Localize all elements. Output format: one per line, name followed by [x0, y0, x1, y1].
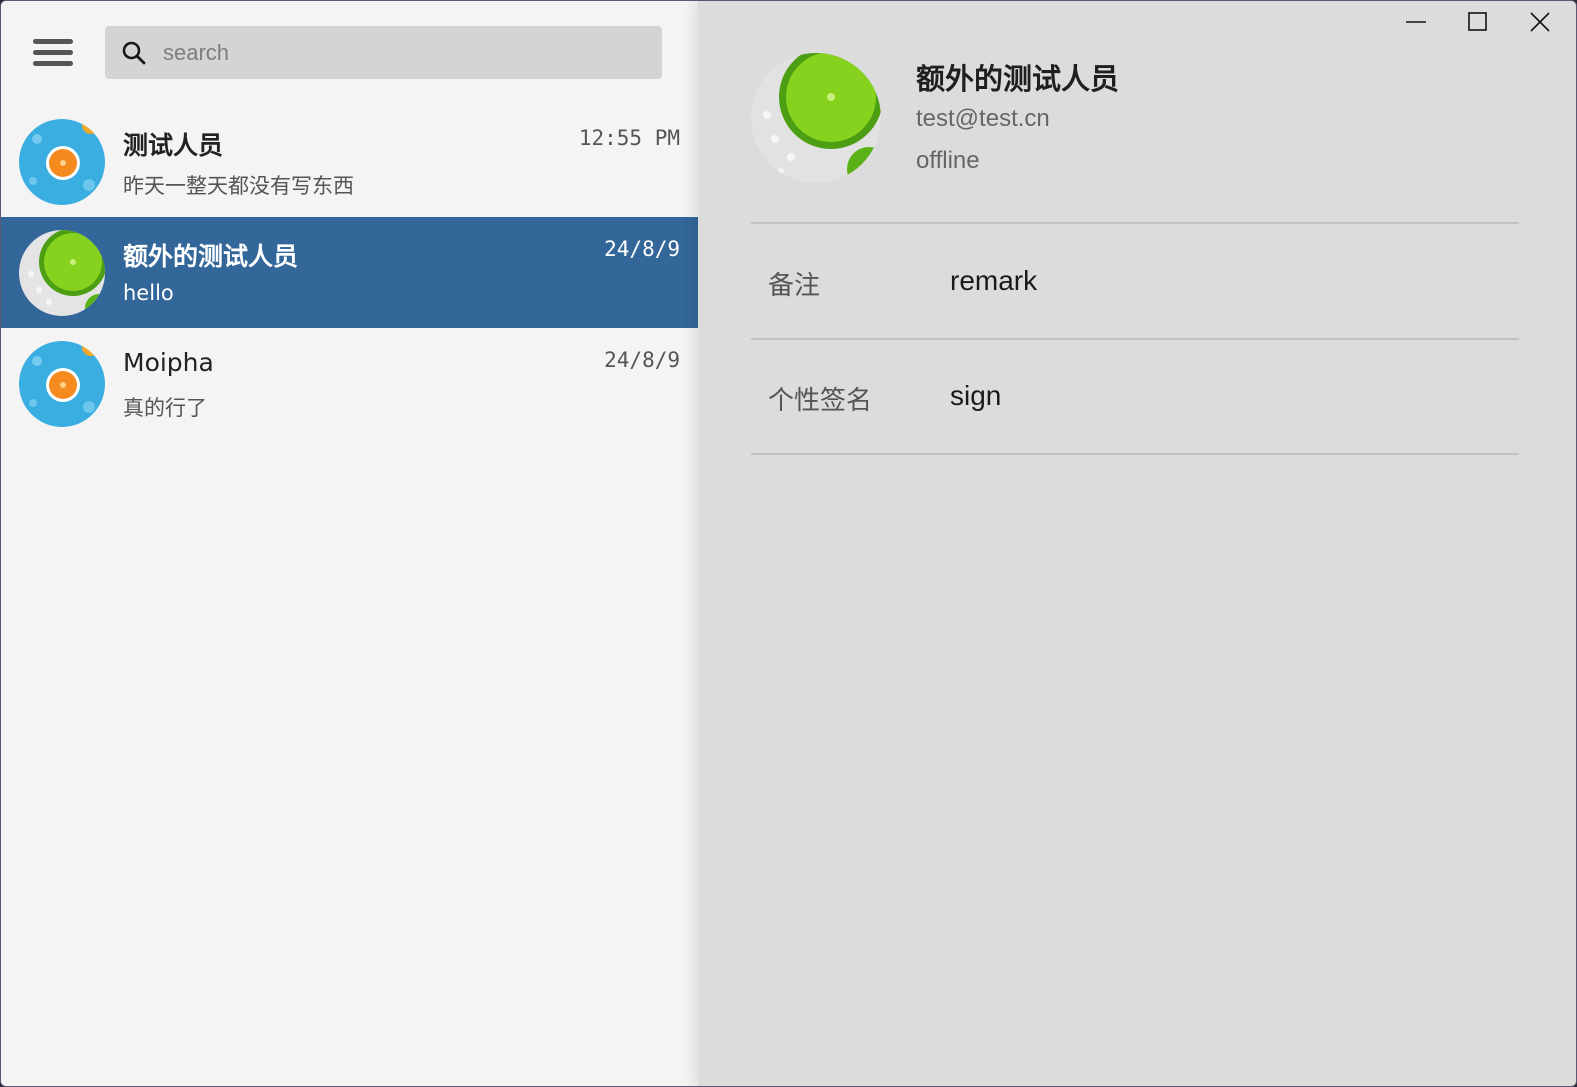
- maximize-icon[interactable]: [1448, 1, 1510, 45]
- divider: [751, 222, 1519, 224]
- profile-panel: 额外的测试人员 test@test.cn offline 备注 remark 个…: [698, 1, 1576, 1086]
- chat-name: 额外的测试人员: [123, 242, 299, 271]
- signature-value: sign: [950, 380, 1002, 411]
- window-controls: [1386, 1, 1576, 45]
- close-icon[interactable]: [1510, 1, 1572, 45]
- chat-time: 12:55 PM: [578, 126, 680, 150]
- search-icon: [122, 41, 146, 65]
- chat-time: 24/8/9: [604, 237, 680, 261]
- chat-preview: 昨天一整天都没有写东西: [123, 174, 354, 198]
- chat-item-selected[interactable]: 额外的测试人员 hello 24/8/9: [1, 217, 698, 328]
- chat-name: 测试人员: [123, 131, 224, 160]
- app-window: 测试人员 昨天一整天都没有写东西 12:55 PM: [0, 0, 1577, 1087]
- chat-time: 24/8/9: [604, 348, 680, 372]
- lime-avatar: [19, 230, 105, 316]
- minimize-icon[interactable]: [1386, 1, 1448, 45]
- chat-preview: 真的行了: [123, 396, 207, 420]
- chat-item[interactable]: 测试人员 昨天一整天都没有写东西 12:55 PM: [1, 106, 698, 217]
- chat-preview: hello: [123, 281, 174, 305]
- profile-email: test@test.cn: [916, 105, 1050, 132]
- chat-item[interactable]: Moipha 真的行了 24/8/9: [1, 328, 698, 439]
- orange-avatar: [19, 119, 105, 205]
- remark-label: 备注: [768, 271, 821, 301]
- search-bar[interactable]: [105, 26, 662, 79]
- orange-avatar: [19, 341, 105, 427]
- search-input[interactable]: [161, 36, 645, 70]
- chat-name: Moipha: [123, 348, 214, 377]
- profile-name: 额外的测试人员: [916, 62, 1120, 96]
- menu-icon[interactable]: [27, 33, 79, 73]
- profile-avatar: [751, 53, 881, 183]
- profile-status: offline: [916, 147, 980, 174]
- divider: [751, 453, 1519, 455]
- divider: [751, 338, 1519, 340]
- signature-label: 个性签名: [768, 386, 873, 416]
- remark-value: remark: [950, 265, 1038, 296]
- chat-list-panel: 测试人员 昨天一整天都没有写东西 12:55 PM: [1, 1, 698, 1086]
- chat-list: 测试人员 昨天一整天都没有写东西 12:55 PM 额外的测试人员 hello …: [1, 106, 698, 439]
